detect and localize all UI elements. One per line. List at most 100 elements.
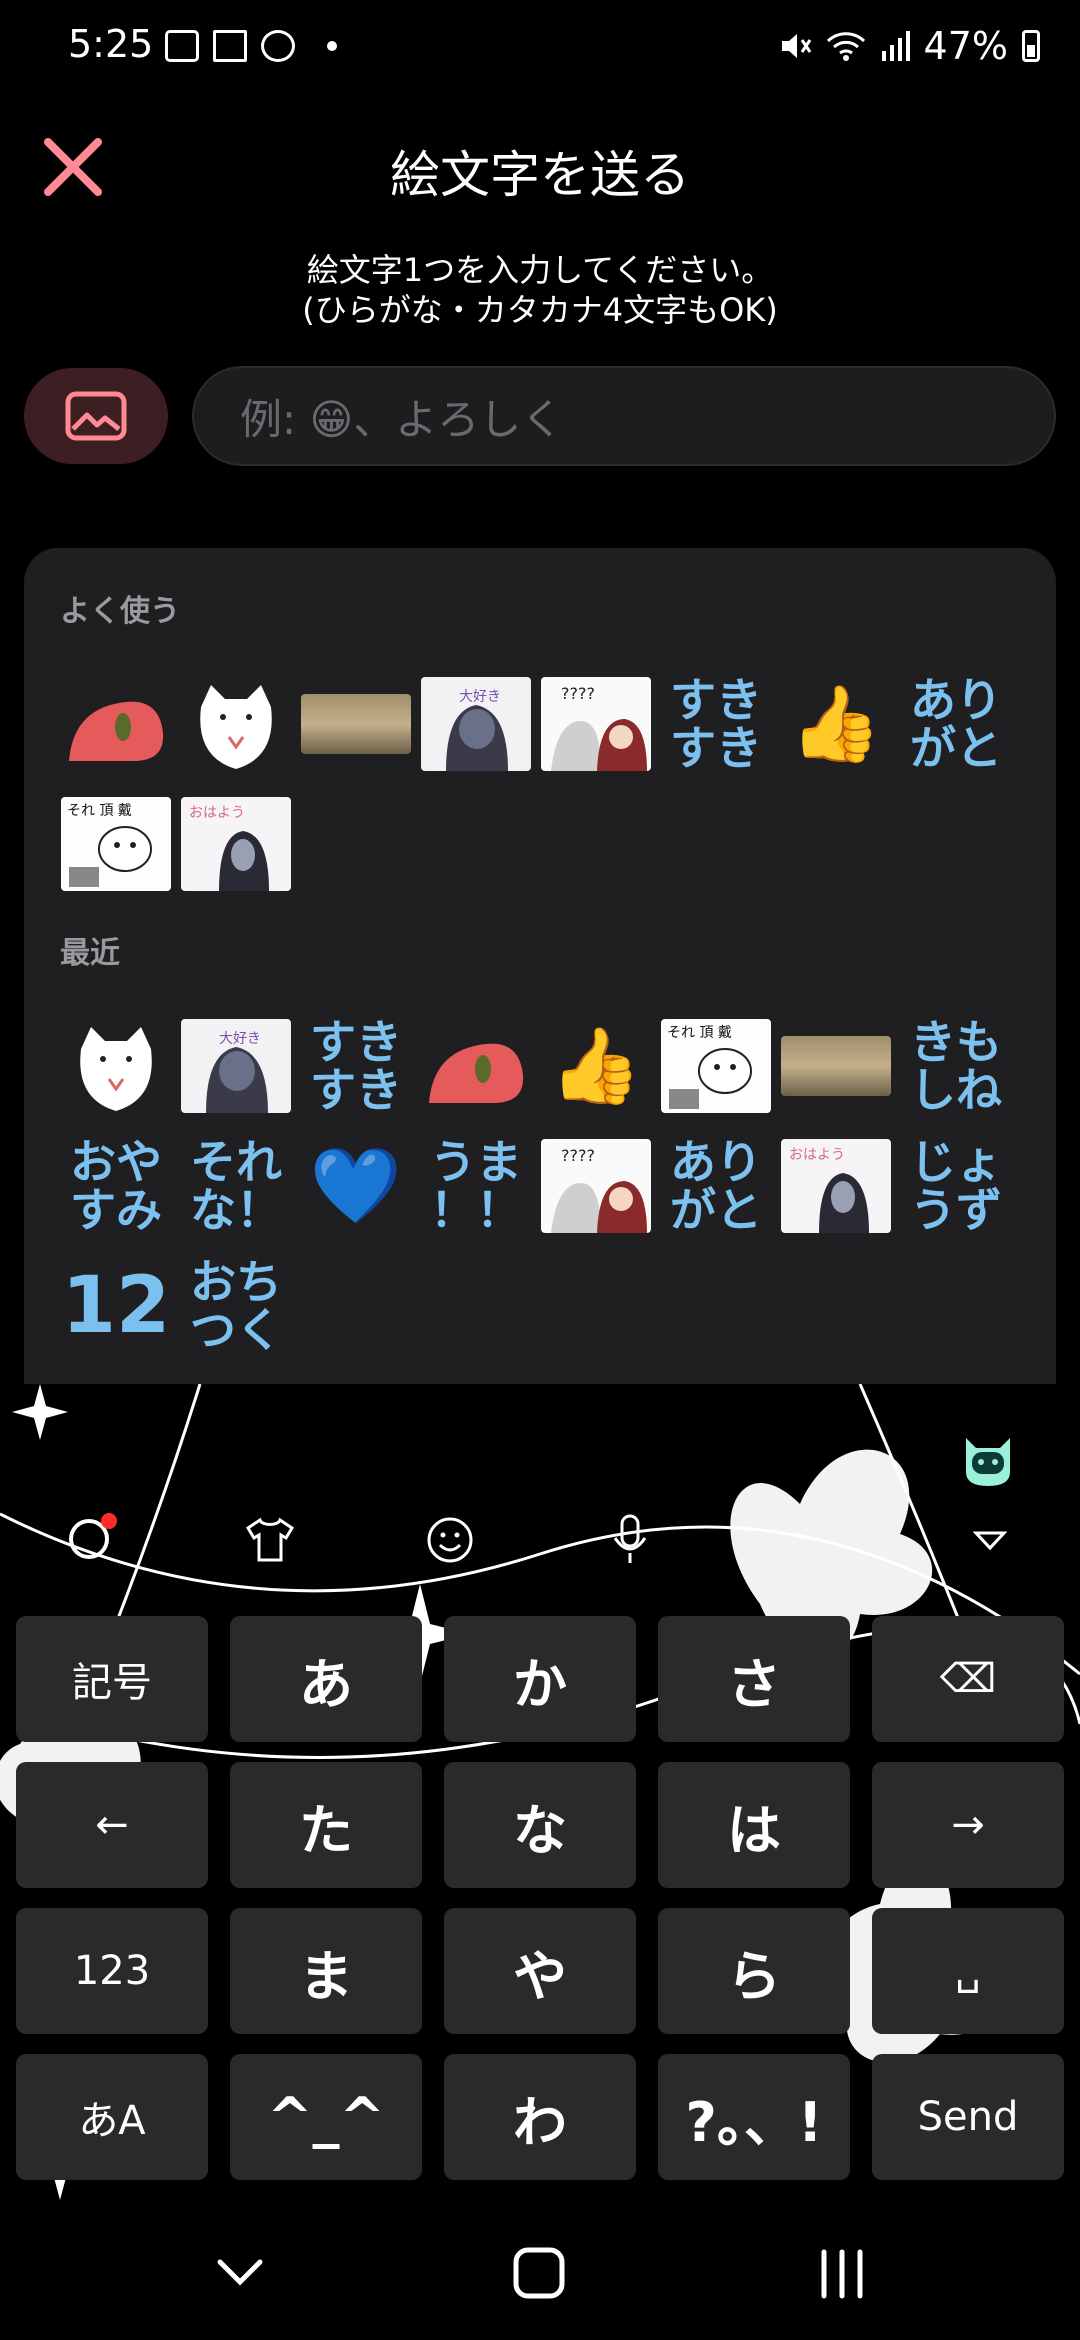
key-label: 記号 — [72, 1660, 152, 1706]
anime-girl-sticker: 大好き — [181, 1019, 291, 1113]
key-wa[interactable]: わ — [444, 2054, 636, 2180]
recent-item[interactable]: おや すみ — [56, 1126, 176, 1246]
key-label: ← — [95, 1802, 129, 1848]
emoji-keyboard-button[interactable] — [420, 1510, 480, 1570]
key-ta[interactable]: た — [230, 1762, 422, 1888]
gallery-notification-icon — [165, 30, 199, 62]
frequent-item[interactable]: すき すき — [656, 664, 776, 784]
hide-keyboard-button[interactable] — [960, 1510, 1020, 1570]
recent-item[interactable] — [56, 1006, 176, 1126]
frequent-item[interactable]: 👍 — [776, 664, 896, 784]
recent-item[interactable]: おち つく — [176, 1246, 296, 1366]
key-backspace[interactable]: ⌫ — [872, 1616, 1064, 1742]
svg-text:それ 頂 戴: それ 頂 戴 — [667, 1025, 732, 1041]
red-bird-sticker — [61, 677, 171, 771]
key-label: や — [513, 1944, 567, 2008]
recents-button[interactable] — [810, 2242, 874, 2306]
theme-mascot-icon[interactable] — [958, 1430, 1018, 1490]
chat-bubble-icon — [69, 1513, 117, 1559]
key-cursor-left[interactable]: ← — [16, 1762, 208, 1888]
sky-photo-sticker — [301, 694, 411, 754]
key-label: Send — [917, 2094, 1019, 2140]
key-label: わ — [513, 2090, 567, 2154]
back-button[interactable] — [200, 2242, 280, 2302]
wifi-icon — [826, 32, 865, 61]
sore-choudai-sticker: それ 頂 戴 — [661, 1019, 771, 1113]
key-sa[interactable]: さ — [658, 1616, 850, 1742]
recent-item[interactable]: 👍 — [536, 1006, 656, 1126]
key-label: → — [951, 1802, 985, 1848]
recent-item[interactable] — [776, 1006, 896, 1126]
frequent-item[interactable]: おはよう — [176, 784, 296, 904]
recent-item[interactable]: おはよう — [776, 1126, 896, 1246]
image-icon — [65, 391, 127, 441]
emoji-input[interactable]: 例: 😁、よろしく — [192, 366, 1056, 466]
recent-item[interactable]: じょ うず — [896, 1126, 1016, 1246]
recent-item[interactable]: 12 — [56, 1246, 176, 1366]
instructions: 絵文字1つを入力してください。 (ひらがな・カタカナ4文字もOK) — [0, 250, 1080, 330]
recent-item[interactable]: それ 頂 戴 — [656, 1006, 776, 1126]
red-bird-sticker — [421, 1019, 531, 1113]
home-button[interactable] — [508, 2242, 572, 2306]
svg-text:おはよう: おはよう — [789, 1147, 845, 1163]
recent-item[interactable]: きも しね — [896, 1006, 1016, 1126]
status-time: 5:25 — [68, 22, 154, 66]
anime-girl-sticker: 大好き — [421, 677, 531, 771]
more-notifications-dot-icon — [327, 41, 337, 51]
recent-item[interactable]: すき すき — [296, 1006, 416, 1126]
key-numbers[interactable]: 123 — [16, 1908, 208, 2034]
recent-emoji-grid: 大好き すき すき 👍 それ 頂 戴きも しね おや すみ それ な！ 💙 うま！！???? あり がとお… — [56, 1006, 1036, 1366]
key-label: さ — [727, 1652, 781, 1716]
key-space[interactable]: ␣ — [872, 1908, 1064, 2034]
text-emoji-line-1: きも — [910, 1015, 1002, 1069]
key-ya[interactable]: や — [444, 1908, 636, 2034]
emoji-search-button[interactable] — [62, 1510, 122, 1570]
microphone-icon — [613, 1514, 647, 1563]
key-ka[interactable]: か — [444, 1616, 636, 1742]
svg-text:大好き: 大好き — [459, 689, 501, 705]
instructions-line-2: (ひらがな・カタカナ4文字もOK) — [302, 291, 778, 329]
key-cursor-right[interactable]: → — [872, 1762, 1064, 1888]
key-label: あ — [299, 1652, 353, 1716]
instructions-line-1: 絵文字1つを入力してください。 — [306, 251, 774, 289]
frequent-item[interactable] — [176, 664, 296, 784]
recent-item[interactable]: それ な！ — [176, 1126, 296, 1246]
capcut-notification-icon — [213, 30, 247, 62]
frequent-emoji-grid: 大好き???? すき すき 👍 あり がとそれ 頂 戴 おはよう — [56, 664, 1036, 904]
text-emoji-line-1: じょ — [910, 1135, 1002, 1189]
key-symbols[interactable]: 記号 — [16, 1616, 208, 1742]
recent-item[interactable]: 💙 — [296, 1126, 416, 1246]
key-kaomoji[interactable]: ^_^ — [230, 2054, 422, 2180]
key-ma[interactable]: ま — [230, 1908, 422, 2034]
key-a[interactable]: あ — [230, 1616, 422, 1742]
recent-item[interactable]: ???? — [536, 1126, 656, 1246]
svg-text:大好き: 大好き — [219, 1031, 261, 1047]
key-input-mode[interactable]: あA — [16, 2054, 208, 2180]
key-label: ま — [299, 1944, 353, 2008]
text-emoji-line-2: な！ — [190, 1183, 282, 1237]
clothing-theme-button[interactable] — [240, 1510, 300, 1570]
recent-item[interactable]: 大好き — [176, 1006, 296, 1126]
svg-text:それ 頂 戴: それ 頂 戴 — [67, 803, 132, 819]
key-na[interactable]: な — [444, 1762, 636, 1888]
key-ra[interactable]: ら — [658, 1908, 850, 2034]
frequent-item[interactable]: 大好き — [416, 664, 536, 784]
voice-input-button[interactable] — [600, 1510, 660, 1570]
recent-item[interactable]: うま！！ — [416, 1126, 536, 1246]
frequent-item[interactable] — [56, 664, 176, 784]
battery-percent: 47% — [923, 24, 1008, 68]
frequent-item[interactable] — [296, 664, 416, 784]
key-label: 123 — [73, 1948, 151, 1994]
key-label: は — [727, 1798, 781, 1862]
frequent-item[interactable]: ???? — [536, 664, 656, 784]
key-send[interactable]: Send — [872, 2054, 1064, 2180]
attach-image-button[interactable] — [24, 368, 168, 464]
frequent-item[interactable]: あり がと — [896, 664, 1016, 784]
recent-item[interactable]: あり がと — [656, 1126, 776, 1246]
ohayou-sticker: おはよう — [781, 1139, 891, 1233]
white-cat-sticker — [181, 677, 291, 771]
key-ha[interactable]: は — [658, 1762, 850, 1888]
frequent-item[interactable]: それ 頂 戴 — [56, 784, 176, 904]
recent-item[interactable] — [416, 1006, 536, 1126]
key-punctuation[interactable]: ?。、! — [658, 2054, 850, 2180]
